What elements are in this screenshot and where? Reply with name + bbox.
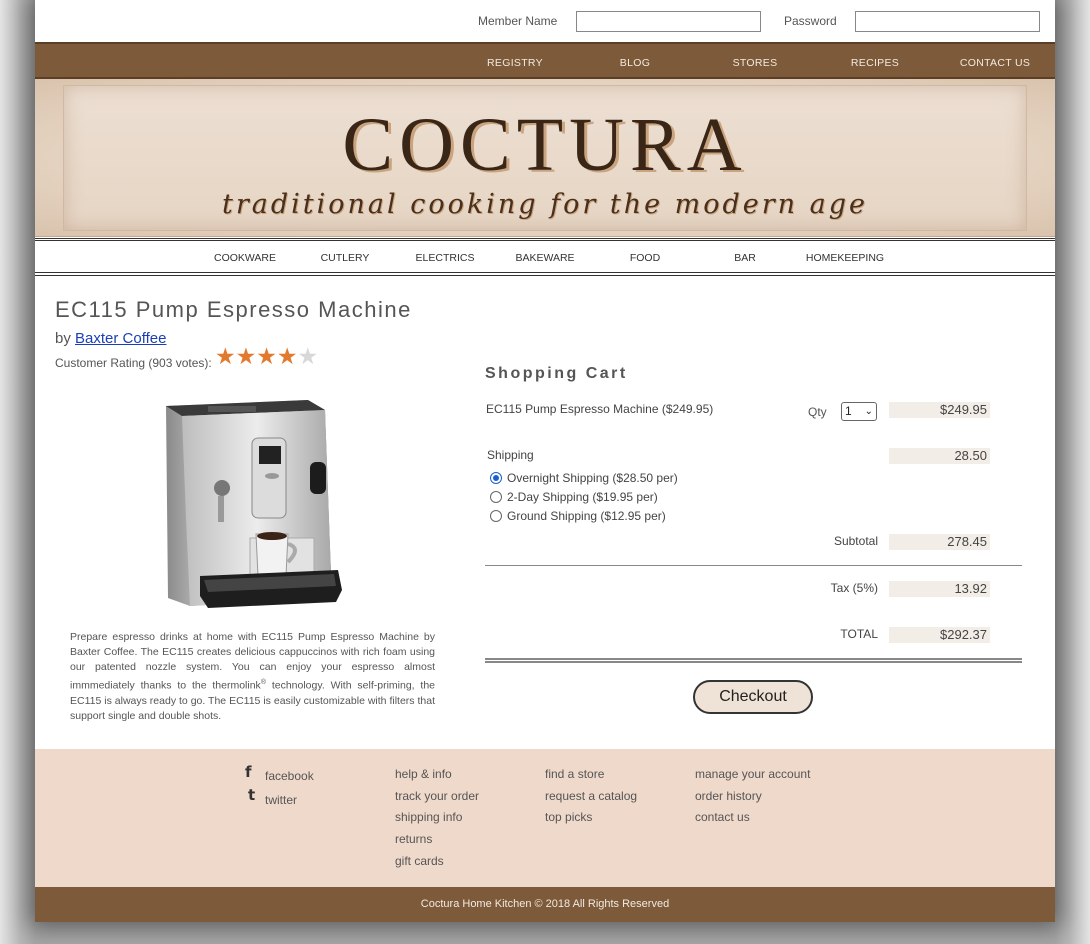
member-name-label: Member Name <box>478 14 558 28</box>
rating-stars: ★★★★★ <box>215 345 318 368</box>
category-cutlery[interactable]: CUTLERY <box>295 252 395 264</box>
footer-link-find-store[interactable]: find a store <box>545 767 604 781</box>
star-filled-icon: ★ <box>256 343 277 369</box>
radio[interactable] <box>490 491 502 503</box>
product-byline: by Baxter Coffee <box>55 330 166 347</box>
rating-label: Customer Rating (903 votes): <box>55 356 212 370</box>
nav-contact-us[interactable]: CONTACT US <box>935 57 1055 69</box>
category-bakeware[interactable]: BAKEWARE <box>495 252 595 264</box>
page: Member Name Password REGISTRY BLOG STORE… <box>35 0 1055 922</box>
subtotal-value: 278.45 <box>889 534 990 550</box>
brand-tagline: traditional cooking for the modern age <box>222 189 868 220</box>
twitter-link[interactable]: twitter <box>265 793 297 807</box>
qty-label: Qty <box>808 405 827 419</box>
footer-link-request-catalog[interactable]: request a catalog <box>545 789 637 803</box>
total-label: TOTAL <box>840 627 878 641</box>
footer-link-contact-us[interactable]: contact us <box>695 810 750 824</box>
checkout-button[interactable]: Checkout <box>693 680 813 714</box>
divider <box>35 238 1055 239</box>
footer: f facebook t twitter help & info track y… <box>35 749 1055 887</box>
tax-label: Tax (5%) <box>830 581 878 595</box>
shipping-option-overnight[interactable]: Overnight Shipping ($28.50 per) <box>490 471 678 485</box>
nav-registry[interactable]: REGISTRY <box>455 57 575 69</box>
shipping-option-2day[interactable]: 2-Day Shipping ($19.95 per) <box>490 490 658 504</box>
star-empty-icon: ★ <box>297 343 319 369</box>
nav-stores[interactable]: STORES <box>695 57 815 69</box>
footer-link-shipping-info[interactable]: shipping info <box>395 810 462 824</box>
category-homekeeping[interactable]: HOMEKEEPING <box>795 252 895 264</box>
shipping-total: 28.50 <box>889 448 990 464</box>
footer-link-track-order[interactable]: track your order <box>395 789 479 803</box>
footer-link-help[interactable]: help & info <box>395 767 452 781</box>
banner: COCTURA traditional cooking for the mode… <box>35 79 1055 237</box>
radio-selected[interactable] <box>490 472 502 484</box>
divider <box>485 565 1022 566</box>
twitter-icon[interactable]: t <box>248 786 255 804</box>
top-nav: REGISTRY BLOG STORES RECIPES CONTACT US <box>35 42 1055 79</box>
login-bar: Member Name Password <box>35 0 1055 42</box>
qty-select[interactable]: 1 ⌄ <box>841 402 877 421</box>
divider <box>35 275 1055 276</box>
nav-recipes[interactable]: RECIPES <box>815 57 935 69</box>
copyright: Coctura Home Kitchen © 2018 All Rights R… <box>35 887 1055 922</box>
cart-title: Shopping Cart <box>485 365 628 382</box>
star-filled-icon: ★ <box>215 343 236 369</box>
divider <box>35 240 1055 241</box>
product-image <box>166 400 342 608</box>
shipping-option-ground[interactable]: Ground Shipping ($12.95 per) <box>490 509 666 523</box>
shipping-label: Shipping <box>487 448 534 462</box>
footer-link-top-picks[interactable]: top picks <box>545 810 592 824</box>
total-value: $292.37 <box>889 627 990 643</box>
category-bar[interactable]: BAR <box>695 252 795 264</box>
member-name-input[interactable] <box>576 11 761 32</box>
divider <box>485 658 1022 663</box>
brand-logo[interactable]: COCTURA <box>35 107 1055 183</box>
by-prefix: by <box>55 330 71 347</box>
radio[interactable] <box>490 510 502 522</box>
footer-link-returns[interactable]: returns <box>395 832 432 846</box>
item-total: $249.95 <box>889 402 990 418</box>
footer-link-order-history[interactable]: order history <box>695 789 762 803</box>
category-electrics[interactable]: ELECTRICS <box>395 252 495 264</box>
star-filled-icon: ★ <box>276 343 298 369</box>
tax-value: 13.92 <box>889 581 990 597</box>
password-label: Password <box>784 14 837 28</box>
subtotal-label: Subtotal <box>833 534 878 548</box>
footer-link-gift-cards[interactable]: gift cards <box>395 854 444 868</box>
category-nav: COOKWARE CUTLERY ELECTRICS BAKEWARE FOOD… <box>35 237 1055 277</box>
category-cookware[interactable]: COOKWARE <box>195 252 295 264</box>
password-input[interactable] <box>855 11 1040 32</box>
nav-blog[interactable]: BLOG <box>575 57 695 69</box>
brand-link[interactable]: Baxter Coffee <box>75 330 166 347</box>
footer-link-manage-account[interactable]: manage your account <box>695 767 810 781</box>
product-description: Prepare espresso drinks at home with EC1… <box>70 631 436 722</box>
facebook-link[interactable]: facebook <box>265 769 314 783</box>
category-food[interactable]: FOOD <box>595 252 695 264</box>
chevron-down-icon: ⌄ <box>864 406 873 417</box>
product-title: EC115 Pump Espresso Machine <box>55 297 412 322</box>
star-filled-icon: ★ <box>235 343 257 369</box>
facebook-icon[interactable]: f <box>245 763 252 781</box>
divider <box>35 272 1055 273</box>
cart-item-name: EC115 Pump Espresso Machine ($249.95) <box>486 402 714 416</box>
